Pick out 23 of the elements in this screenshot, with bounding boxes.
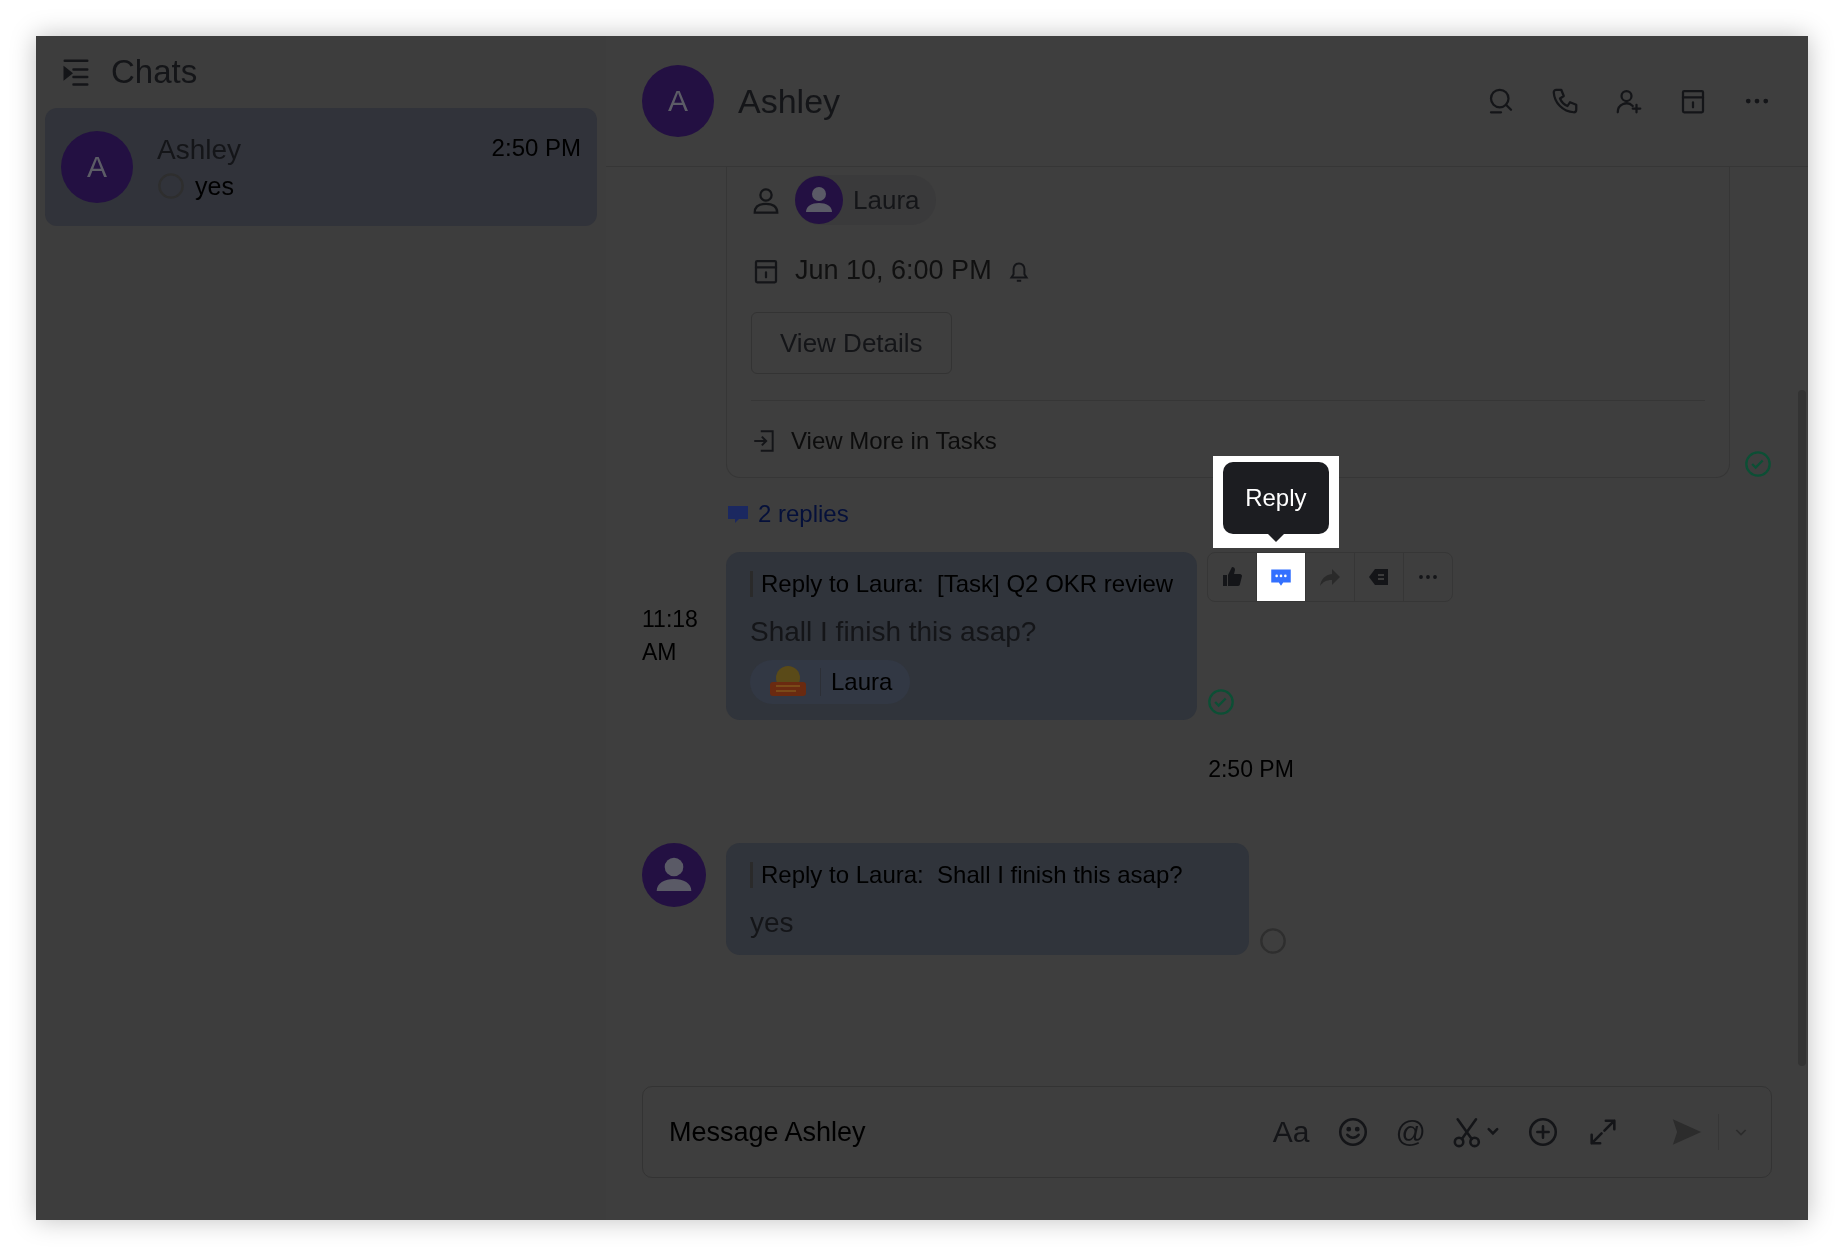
chat-avatar: A xyxy=(642,65,714,137)
timestamp: 2:50 PM xyxy=(1208,756,1294,782)
person-icon xyxy=(751,185,781,215)
message-time: 11:18 AM xyxy=(642,605,699,667)
tooltip: Reply xyxy=(1223,462,1329,542)
chat-time: 2:50 PM xyxy=(491,133,581,163)
quoted-reply: Reply to Laura: [Task] Q2 OKR review xyxy=(761,570,1174,598)
mention-tool[interactable]: @ xyxy=(1395,1115,1426,1149)
thumbs-up-icon[interactable] xyxy=(1220,565,1245,589)
user-avatar xyxy=(795,176,843,224)
scissors-icon[interactable] xyxy=(1452,1115,1500,1149)
add-icon[interactable] xyxy=(1526,1115,1560,1149)
menu-icon[interactable] xyxy=(61,57,91,87)
avatar: A xyxy=(61,131,133,203)
replies-link[interactable]: 2 replies xyxy=(758,500,849,528)
user-avatar xyxy=(642,843,706,907)
quoted-reply: Reply to Laura: Shall I finish this asap? xyxy=(761,861,1183,889)
open-icon xyxy=(751,428,777,454)
phone-icon[interactable] xyxy=(1550,86,1580,116)
message-preview: yes xyxy=(195,171,234,201)
reaction-chip[interactable]: Laura xyxy=(750,660,911,704)
action-button[interactable] xyxy=(1257,553,1307,601)
reaction-user: Laura xyxy=(831,668,893,696)
